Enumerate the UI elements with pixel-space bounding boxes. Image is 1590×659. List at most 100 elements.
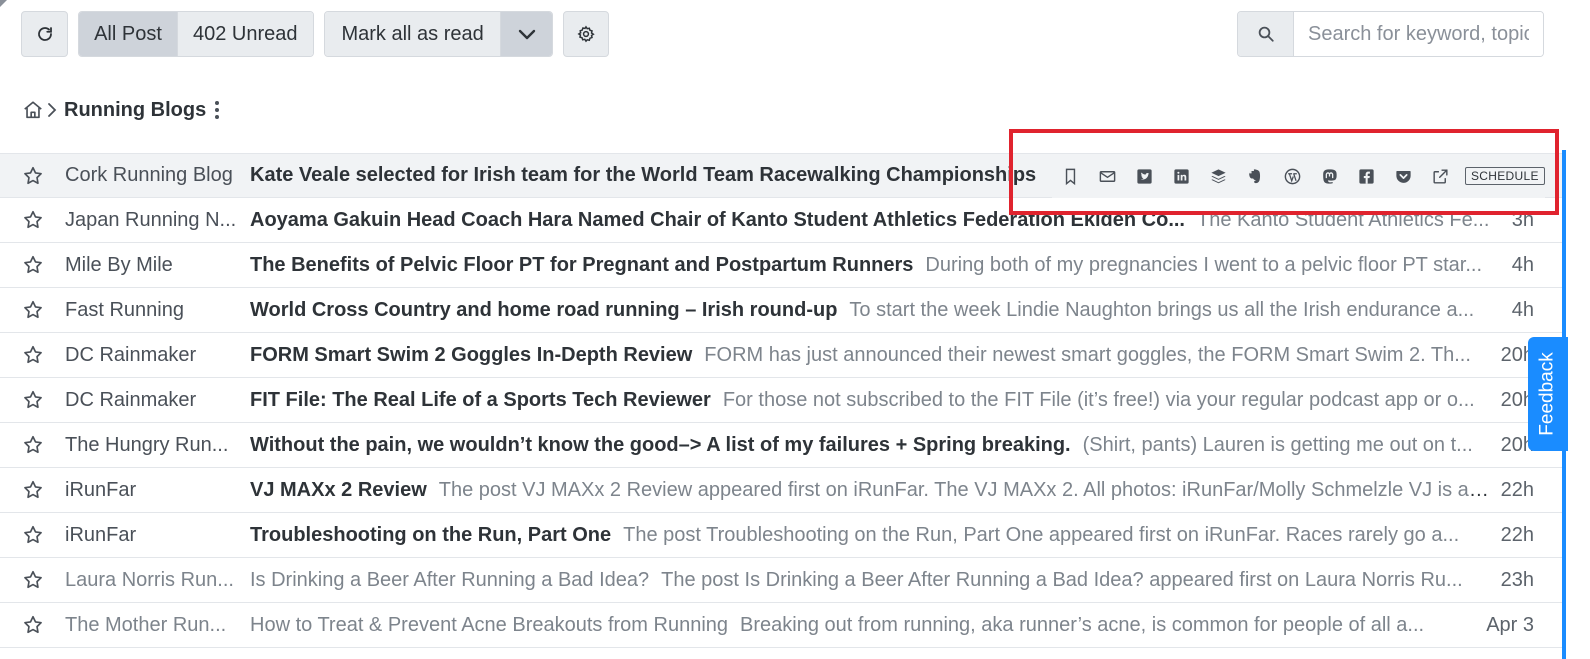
- search-input[interactable]: [1294, 12, 1543, 56]
- mark-read-dropdown-button[interactable]: [500, 12, 552, 56]
- article-source[interactable]: The Mother Run...: [65, 614, 237, 637]
- feedback-label: Feedback: [1537, 352, 1559, 436]
- article-row[interactable]: DC Rainmaker FORM Smart Swim 2 Goggles In…: [0, 333, 1562, 378]
- evernote-icon[interactable]: [1237, 154, 1274, 198]
- linkedin-icon[interactable]: [1163, 154, 1200, 198]
- feed-title[interactable]: Running Blogs: [64, 99, 206, 122]
- article-snippet: The post Is Drinking a Beer After Runnin…: [661, 568, 1463, 591]
- star-icon[interactable]: [22, 299, 44, 321]
- feed-options-button[interactable]: [214, 100, 220, 120]
- share-actions-bar: SCHEDULE: [1052, 154, 1545, 198]
- article-content[interactable]: FIT File: The Real Life of a Sports Tech…: [250, 389, 1492, 412]
- article-title: Kate Veale selected for Irish team for t…: [250, 164, 1040, 186]
- search-box: [1237, 11, 1544, 57]
- search-button[interactable]: [1238, 12, 1294, 56]
- article-title: Without the pain, we wouldn’t know the g…: [250, 433, 1071, 456]
- mastodon-icon[interactable]: [1311, 154, 1348, 198]
- refresh-button[interactable]: [21, 11, 68, 57]
- article-content[interactable]: Kate Veale selected for Irish team for t…: [250, 164, 1040, 187]
- article-row[interactable]: iRunFar VJ MAXx 2 Review The post VJ MAXx …: [0, 468, 1562, 513]
- article-content[interactable]: World Cross Country and home road runnin…: [250, 299, 1492, 322]
- star-icon[interactable]: [22, 254, 44, 276]
- article-source[interactable]: DC Rainmaker: [65, 389, 237, 412]
- article-snippet: The Kanto Student Athletics Fe...: [1197, 208, 1490, 231]
- chevron-right-icon: [48, 103, 57, 117]
- article-row[interactable]: Cork Running Blog Kate Veale selected for…: [0, 153, 1562, 198]
- article-source[interactable]: Fast Running: [65, 299, 237, 322]
- filter-unread-button[interactable]: 402 Unread: [177, 12, 313, 56]
- schedule-button[interactable]: SCHEDULE: [1465, 167, 1545, 185]
- article-title: Troubleshooting on the Run, Part One: [250, 523, 612, 546]
- article-source[interactable]: iRunFar: [65, 524, 237, 547]
- article-title: FIT File: The Real Life of a Sports Tech…: [250, 388, 711, 411]
- article-time: 3h: [1511, 208, 1534, 231]
- article-content[interactable]: Aoyama Gakuin Head Coach Hara Named Chai…: [250, 209, 1492, 232]
- article-snippet: To start the week Lindie Naughton brings…: [849, 298, 1475, 321]
- article-source[interactable]: iRunFar: [65, 479, 237, 502]
- external-link-icon[interactable]: [1422, 154, 1459, 198]
- search-icon: [1258, 26, 1274, 42]
- star-icon[interactable]: [22, 569, 44, 591]
- star-icon[interactable]: [22, 614, 44, 636]
- article-time: 4h: [1511, 298, 1534, 321]
- article-title: FORM Smart Swim 2 Goggles In-Depth Revie…: [250, 343, 693, 366]
- article-row[interactable]: DC Rainmaker FIT File: The Real Life of a…: [0, 378, 1562, 423]
- article-content[interactable]: Troubleshooting on the Run, Part One The …: [250, 524, 1492, 547]
- filter-toggle-group: All Post 402 Unread: [78, 11, 314, 57]
- article-title: World Cross Country and home road runnin…: [250, 298, 838, 321]
- filter-all-posts-button[interactable]: All Post: [79, 12, 177, 56]
- article-snippet: The post Troubleshooting on the Run, Par…: [623, 523, 1460, 546]
- article-content[interactable]: Is Drinking a Beer After Running a Bad I…: [250, 569, 1492, 592]
- article-snippet: (Shirt, pants) Lauren is getting me out …: [1082, 433, 1473, 456]
- article-source[interactable]: The Hungry Run...: [65, 434, 237, 457]
- article-time: 22h: [1500, 478, 1534, 501]
- star-icon[interactable]: [22, 165, 44, 187]
- mark-all-read-button[interactable]: Mark all as read: [325, 12, 501, 56]
- wordpress-icon[interactable]: [1274, 154, 1311, 198]
- article-row[interactable]: Mile By Mile The Benefits of Pelvic Floor…: [0, 243, 1562, 288]
- article-content[interactable]: The Benefits of Pelvic Floor PT for Preg…: [250, 254, 1492, 277]
- article-snippet: FORM has just announced their newest sma…: [704, 343, 1471, 366]
- home-icon[interactable]: [22, 99, 44, 121]
- star-icon[interactable]: [22, 344, 44, 366]
- twitter-icon[interactable]: [1126, 154, 1163, 198]
- star-icon[interactable]: [22, 389, 44, 411]
- article-row[interactable]: Fast Running World Cross Country and home…: [0, 288, 1562, 333]
- article-content[interactable]: FORM Smart Swim 2 Goggles In-Depth Revie…: [250, 344, 1492, 367]
- article-row[interactable]: The Mother Run... How to Treat & Prevent …: [0, 603, 1562, 648]
- article-row[interactable]: Laura Norris Run... Is Drinking a Beer Af…: [0, 558, 1562, 603]
- article-snippet: For those not subscribed to the FIT File…: [722, 388, 1475, 411]
- star-icon[interactable]: [22, 209, 44, 231]
- mark-read-group: Mark all as read: [324, 11, 553, 57]
- star-icon[interactable]: [22, 524, 44, 546]
- more-vertical-icon: [215, 101, 220, 119]
- feedback-button[interactable]: Feedback: [1528, 337, 1568, 451]
- article-source[interactable]: Laura Norris Run...: [65, 569, 237, 592]
- article-content[interactable]: Without the pain, we wouldn’t know the g…: [250, 434, 1492, 457]
- article-snippet: The post VJ MAXx 2 Review appeared first…: [438, 478, 1492, 501]
- article-content[interactable]: VJ MAXx 2 Review The post VJ MAXx 2 Revie…: [250, 479, 1492, 502]
- star-icon[interactable]: [22, 434, 44, 456]
- article-title: Is Drinking a Beer After Running a Bad I…: [250, 568, 650, 591]
- star-icon[interactable]: [22, 479, 44, 501]
- article-title: The Benefits of Pelvic Floor PT for Preg…: [250, 253, 914, 276]
- article-title: VJ MAXx 2 Review: [250, 478, 427, 501]
- article-source[interactable]: Cork Running Blog: [65, 164, 237, 187]
- article-title: Aoyama Gakuin Head Coach Hara Named Chai…: [250, 208, 1185, 231]
- facebook-icon[interactable]: [1348, 154, 1385, 198]
- article-source[interactable]: Mile By Mile: [65, 254, 237, 277]
- article-row[interactable]: Japan Running N... Aoyama Gakuin Head Coa…: [0, 198, 1562, 243]
- article-snippet: During both of my pregnancies I went to …: [925, 253, 1482, 276]
- buffer-icon[interactable]: [1200, 154, 1237, 198]
- article-row[interactable]: The Hungry Run... Without the pain, we wo…: [0, 423, 1562, 468]
- pocket-icon[interactable]: [1385, 154, 1422, 198]
- mail-icon[interactable]: [1089, 154, 1126, 198]
- article-content[interactable]: How to Treat & Prevent Acne Breakouts fr…: [250, 614, 1492, 637]
- article-time: 4h: [1511, 253, 1534, 276]
- bookmark-icon[interactable]: [1052, 154, 1089, 198]
- article-source[interactable]: Japan Running N...: [65, 209, 237, 232]
- window-corner-marker: [0, 0, 7, 7]
- settings-button[interactable]: [563, 11, 609, 57]
- article-row[interactable]: iRunFar Troubleshooting on the Run, Part …: [0, 513, 1562, 558]
- article-source[interactable]: DC Rainmaker: [65, 344, 237, 367]
